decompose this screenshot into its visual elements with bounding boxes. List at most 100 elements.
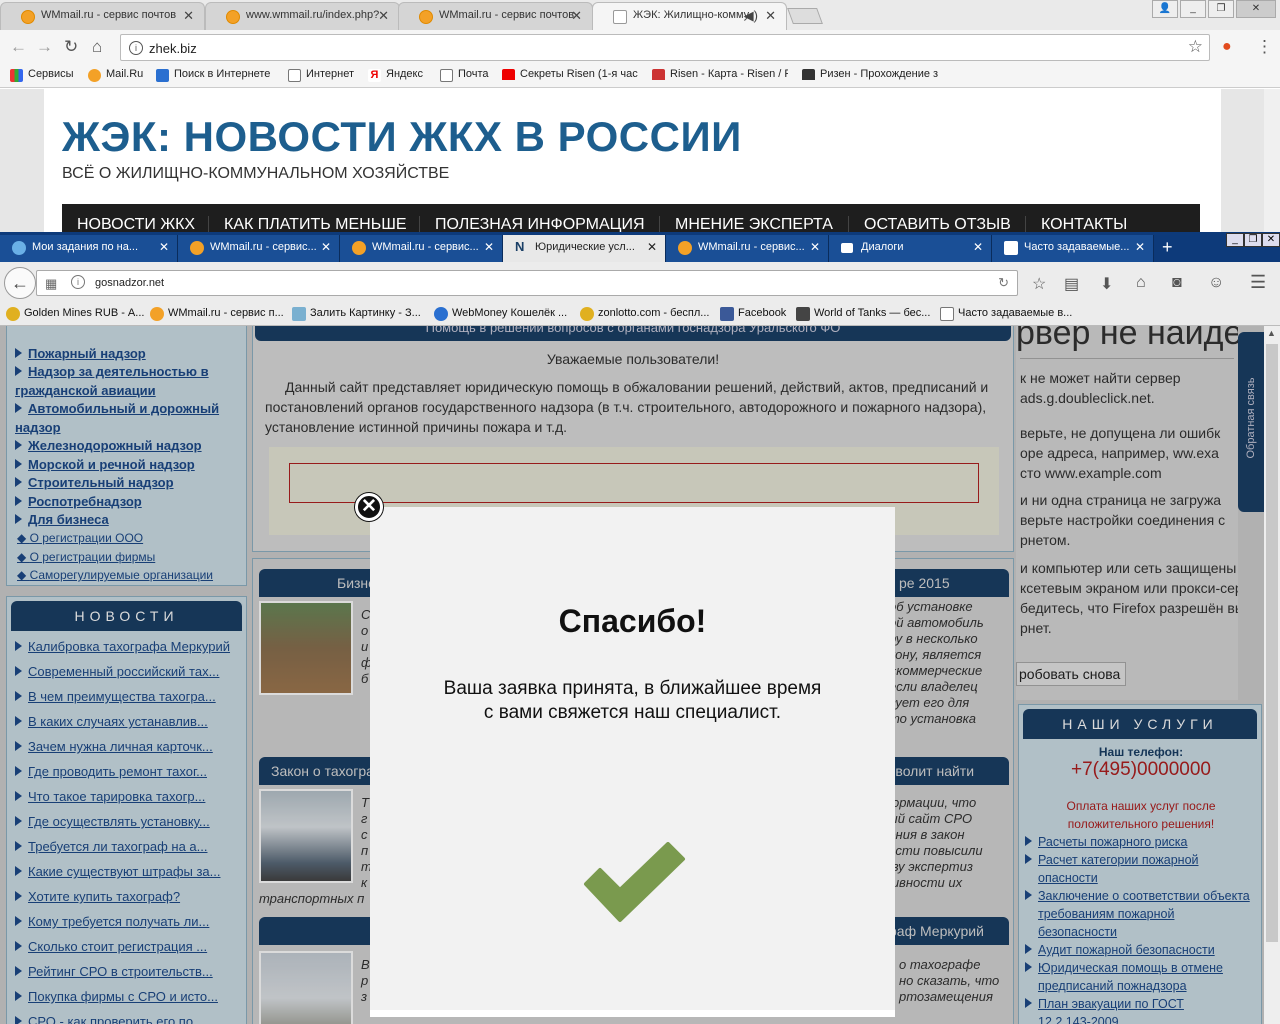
close-icon[interactable]: ✕: [378, 8, 389, 24]
close-icon[interactable]: ✕: [647, 240, 657, 254]
close-icon[interactable]: ✕: [571, 8, 582, 24]
firefox-tab-5[interactable]: WMmail.ru - сервис... ✕: [666, 235, 829, 262]
bookmark-search[interactable]: Поиск в Интернете: [156, 68, 270, 82]
facebook-icon: [720, 307, 734, 321]
wmmail-favicon-icon: [190, 241, 204, 255]
bookmark-zonlotto[interactable]: zonlotto.com - беспл...: [580, 307, 709, 321]
chat-icon[interactable]: ☺: [1208, 274, 1224, 292]
menu-icon[interactable]: ⋮: [1256, 37, 1273, 57]
chrome-tab-3[interactable]: WMmail.ru - сервис почтов ✕: [398, 2, 593, 30]
image-icon: [292, 307, 306, 321]
chrome-scrollbar[interactable]: [1264, 89, 1280, 232]
close-icon[interactable]: ✕: [765, 8, 776, 24]
firefox-address-bar[interactable]: ▦ i gosnadzor.net ↻: [36, 270, 1018, 296]
modal-title: Спасибо!: [558, 603, 707, 639]
bookmark-star-icon[interactable]: ☆: [1032, 274, 1046, 294]
firefox-tab-3[interactable]: WMmail.ru - сервис... ✕: [340, 235, 503, 262]
scroll-up-icon[interactable]: ▲: [1267, 328, 1276, 338]
back-arrow-icon[interactable]: ←: [4, 267, 36, 299]
download-icon[interactable]: ⬇: [1100, 274, 1113, 294]
firefox-restore-button[interactable]: ❐: [1244, 233, 1262, 247]
bookmark-facebook[interactable]: Facebook: [720, 307, 786, 321]
bookmark-wmmail[interactable]: WMmail.ru - сервис п...: [150, 307, 284, 321]
close-icon[interactable]: ✕: [1135, 240, 1145, 254]
youtube-icon: [502, 69, 515, 80]
bookmark-yandex[interactable]: Я Яндекс: [368, 68, 423, 82]
chrome-address-bar[interactable]: i zhek.biz ☆: [120, 34, 1210, 61]
menu-icon[interactable]: ☰: [1250, 272, 1266, 293]
minimize-button[interactable]: _: [1180, 0, 1206, 18]
bookmark-golden-mines[interactable]: Golden Mines RUB - А...: [6, 307, 144, 321]
firefox-tab-7[interactable]: Часто задаваемые... ✕: [992, 235, 1154, 262]
chrome-toolbar: ← → ↻ ⌂ i zhek.biz ☆ ● ⋮: [0, 30, 1280, 64]
coin-icon: [580, 307, 594, 321]
site-subtitle: ВСЁ О ЖИЛИЩНО-КОММУНАЛЬНОМ ХОЗЯЙСТВЕ: [62, 165, 450, 182]
firefox-scrollbar[interactable]: ▲: [1264, 326, 1280, 1024]
home-icon[interactable]: ⌂: [92, 37, 102, 57]
bookmark-internet[interactable]: Интернет: [288, 68, 354, 82]
bookmark-risen-map[interactable]: Risen - Карта - Risen / F: [652, 68, 788, 80]
restore-button[interactable]: ❐: [1208, 0, 1234, 18]
game-icon: [802, 69, 815, 80]
back-arrow-icon[interactable]: ←: [10, 37, 27, 57]
bookmark-mail[interactable]: Почта: [440, 68, 489, 82]
home-icon[interactable]: ⌂: [1136, 274, 1146, 292]
firefox-tab-6[interactable]: Диалоги ✕: [829, 235, 992, 262]
page-list-icon[interactable]: ▦: [45, 276, 57, 292]
extension-icon[interactable]: ●: [1222, 37, 1232, 57]
pocket-icon[interactable]: ◙: [1172, 274, 1182, 292]
chrome-tab-4[interactable]: ЖЭК: Жилищно-комму ◀) ✕: [592, 2, 787, 30]
mailru-icon: [88, 69, 101, 82]
bookmark-services[interactable]: Сервисы: [10, 68, 74, 82]
close-icon[interactable]: ✕: [484, 240, 494, 254]
wmmail-favicon-icon: [21, 10, 35, 24]
firefox-tab-1[interactable]: Мои задания по на... ✕: [0, 235, 178, 262]
wmmail-favicon-icon: [352, 241, 366, 255]
page-icon: [440, 69, 453, 82]
forward-arrow-icon[interactable]: →: [36, 37, 53, 57]
close-window-button[interactable]: ✕: [1236, 0, 1276, 18]
firefox-minimize-button[interactable]: _: [1226, 233, 1244, 247]
bookmark-webmoney[interactable]: WebMoney Кошелёк ...: [434, 307, 567, 321]
wmmail-favicon-icon: [150, 307, 164, 321]
target-icon: [12, 241, 26, 255]
page-icon: [1004, 241, 1018, 255]
firefox-tab-2[interactable]: WMmail.ru - сервис... ✕: [178, 235, 340, 262]
close-icon[interactable]: ✕: [973, 240, 983, 254]
chrome-tab-1[interactable]: WMmail.ru - сервис почтов ✕: [0, 2, 205, 30]
reload-icon[interactable]: ↻: [998, 275, 1009, 291]
chrome-tab-2[interactable]: www.wmmail.ru/index.php? ✕: [205, 2, 400, 30]
reload-icon[interactable]: ↻: [64, 37, 78, 57]
new-tab-plus-icon[interactable]: +: [1162, 237, 1173, 258]
bookmark-faq[interactable]: Часто задаваемые в...: [940, 307, 1072, 321]
info-icon[interactable]: i: [71, 275, 85, 289]
close-icon[interactable]: ✕: [183, 8, 194, 24]
bookmark-star-icon[interactable]: ☆: [1188, 37, 1203, 57]
firefox-close-button[interactable]: ✕: [1262, 233, 1280, 247]
info-icon[interactable]: i: [129, 41, 143, 55]
bookmark-risen-secrets[interactable]: Секреты Risen (1-я час: [502, 68, 638, 80]
bookmark-upload-image[interactable]: Залить Картинку - З...: [292, 307, 421, 321]
new-tab-button[interactable]: [787, 8, 823, 24]
coin-icon: [6, 307, 20, 321]
speaker-icon[interactable]: ◀): [744, 8, 758, 24]
firefox-tab-4[interactable]: N Юридические усл... ✕: [503, 235, 666, 262]
site-title[interactable]: ЖЭК: НОВОСТИ ЖКХ В РОССИИ: [62, 113, 742, 161]
close-icon[interactable]: ✕: [321, 240, 331, 254]
bookmark-world-of-tanks[interactable]: World of Tanks — бес...: [796, 307, 930, 321]
firefox-toolbar: ← ▦ i gosnadzor.net ↻ ☆ ▤ ⬇ ⌂ ◙ ☺ ☰: [0, 262, 1280, 302]
profile-icon[interactable]: 👤: [1152, 0, 1178, 18]
close-modal-button[interactable]: ✕: [355, 493, 383, 521]
chrome-bookmarks-bar: Сервисы Mail.Ru Поиск в Интернете Интерн…: [0, 64, 1280, 88]
page-favicon-icon: [613, 10, 627, 24]
checkmark-icon: [584, 842, 685, 922]
bookmark-mailru[interactable]: Mail.Ru: [88, 68, 143, 82]
close-icon[interactable]: ✕: [159, 240, 169, 254]
bookmark-risen-walkthrough[interactable]: Ризен - Прохождение з: [802, 68, 938, 80]
chrome-tab-strip: WMmail.ru - сервис почтов ✕ www.wmmail.ru…: [0, 0, 1280, 30]
webmoney-icon: [434, 307, 448, 321]
chat-icon: [841, 243, 853, 253]
bookmarks-list-icon[interactable]: ▤: [1064, 274, 1079, 294]
close-icon[interactable]: ✕: [810, 240, 820, 254]
scrollbar-thumb[interactable]: [1266, 344, 1278, 942]
